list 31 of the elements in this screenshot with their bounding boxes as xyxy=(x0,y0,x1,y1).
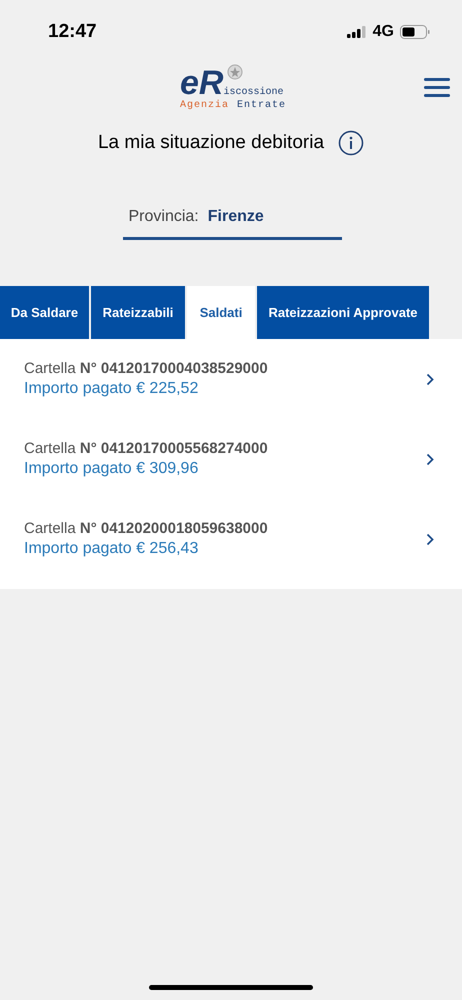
logo-mark: eR xyxy=(180,66,224,100)
list-item[interactable]: Cartella N° 04120170005568274000 Importo pagato € 309,96 xyxy=(0,419,462,499)
tab[interactable]: Rateizzabili xyxy=(91,286,185,339)
menu-button[interactable] xyxy=(424,78,450,97)
tab[interactable]: Saldati xyxy=(187,286,255,339)
tab[interactable]: Da Saldare xyxy=(0,286,89,339)
cartella-number: Cartella N° 04120200018059638000 xyxy=(24,519,269,539)
clock: 12:47 xyxy=(48,20,97,44)
tab[interactable]: Rateizzazioni Approvate xyxy=(257,286,429,339)
province-selector[interactable]: Provincia: Firenze xyxy=(122,205,342,240)
logo-text: iscossione xyxy=(223,87,284,99)
amount-paid: Importo pagato € 225,52 xyxy=(24,379,200,399)
signal-icon xyxy=(346,26,367,38)
cartella-number: Cartella N° 04120170004038529000 xyxy=(24,359,269,379)
list-item[interactable]: Cartella N° 04120170004038529000 Importo pagato € 225,52 xyxy=(0,339,462,419)
amount-paid: Importo pagato € 256,43 xyxy=(24,539,200,559)
list-item[interactable]: Cartella N° 04120200018059638000 Importo pagato € 256,43 xyxy=(0,499,462,579)
logo-subtitle: Agenzia xyxy=(180,100,229,112)
cartella-number: Cartella N° 04120170005568274000 xyxy=(24,439,269,459)
battery-icon xyxy=(400,25,430,39)
page-title: La mia situazione debitoria xyxy=(98,130,324,155)
logo-subtitle: Entrate xyxy=(237,100,286,112)
province-value: Firenze xyxy=(208,207,264,227)
chevron-right-icon xyxy=(426,452,434,466)
info-icon[interactable] xyxy=(338,130,364,156)
network-label: 4G xyxy=(372,22,394,42)
chevron-right-icon xyxy=(426,372,434,386)
amount-paid: Importo pagato € 309,96 xyxy=(24,459,200,479)
province-label: Provincia: xyxy=(128,207,199,227)
chevron-right-icon xyxy=(426,532,434,546)
emblem-icon xyxy=(227,64,244,80)
